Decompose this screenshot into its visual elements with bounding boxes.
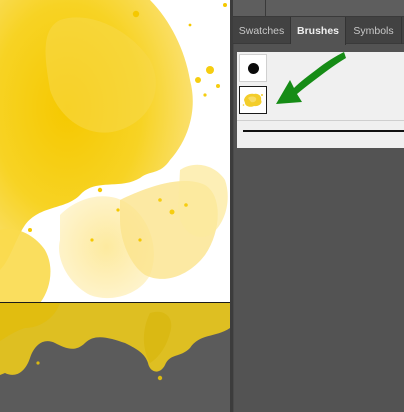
canvas-area[interactable]: [0, 0, 230, 412]
brush-stroke-preview[interactable]: [243, 130, 404, 132]
green-arrow-icon: [276, 52, 346, 104]
brush-item-watercolor[interactable]: [239, 86, 267, 114]
yellow-splash-icon: [242, 93, 263, 107]
panel-grip: [265, 0, 266, 17]
artboard[interactable]: [0, 0, 230, 303]
black-dot-icon: [247, 62, 259, 74]
artwork-overflow-on-pasteboard: [0, 303, 230, 381]
tab-brushes[interactable]: Brushes: [291, 17, 346, 45]
tab-swatches[interactable]: Swatches: [233, 17, 291, 44]
panel-body-edge: [233, 44, 234, 412]
panel-tabs: Swatches Brushes Symbols: [233, 17, 404, 45]
brush-item-round[interactable]: [239, 54, 267, 82]
watercolor-splash-artwork: [0, 0, 228, 302]
tab-symbols[interactable]: Symbols: [346, 17, 402, 44]
panel-header-strip[interactable]: [233, 0, 404, 17]
brush-list-separator: [237, 120, 404, 121]
